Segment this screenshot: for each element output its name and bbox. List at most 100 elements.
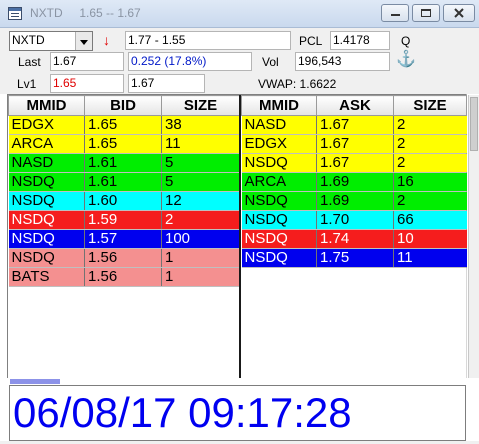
minimize-icon — [390, 14, 400, 16]
bids-cell-mmid: ARCA — [8, 134, 85, 154]
bids-cell-size: 5 — [161, 172, 240, 192]
day-range-field: 1.77 - 1.55 — [125, 31, 291, 50]
clock-text: 06/08/17 09:17:28 — [13, 389, 352, 436]
bids-cell-price: 1.61 — [84, 172, 162, 192]
bid-header-row: MMID BID SIZE — [8, 95, 240, 116]
maximize-button[interactable] — [412, 4, 440, 22]
title-bar[interactable]: NXTD 1.65 -- 1.67 — [0, 0, 479, 28]
bids-row[interactable]: BATS 1.56 1 — [8, 267, 240, 287]
asks-cell-price: 1.67 — [316, 134, 394, 154]
bids-cell-price: 1.65 — [84, 134, 162, 154]
bids-cell-mmid: NSDQ — [8, 248, 85, 268]
bids-row[interactable]: NSDQ 1.59 2 — [8, 210, 240, 230]
last-price-field: 1.67 — [50, 52, 124, 71]
asks-cell-mmid: ARCA — [241, 172, 317, 192]
progress-bar — [10, 379, 467, 384]
volume-field: 196,543 — [295, 52, 390, 71]
bid-column-header-mmid[interactable]: MMID — [8, 95, 85, 116]
bids-row[interactable]: NSDQ 1.57 100 — [8, 229, 240, 249]
bid-column-header-size[interactable]: SIZE — [161, 95, 240, 116]
close-icon — [454, 8, 464, 18]
maximize-icon — [421, 9, 431, 17]
bids-cell-price: 1.65 — [84, 115, 162, 135]
bids-row[interactable]: NSDQ 1.56 1 — [8, 248, 240, 268]
bids-row[interactable]: NSDQ 1.61 5 — [8, 172, 240, 192]
asks-cell-mmid: EDGX — [241, 134, 317, 154]
lv1-bid-field: 1.65 — [50, 74, 124, 93]
ask-header-row: MMID ASK SIZE — [241, 95, 467, 116]
scrollbar-thumb[interactable] — [470, 97, 478, 151]
pcl-label: PCL — [299, 34, 323, 48]
symbol-value: NXTD — [12, 33, 45, 47]
bids-cell-price: 1.60 — [84, 191, 162, 211]
ask-column-header-size[interactable]: SIZE — [393, 95, 467, 116]
window-title: NXTD 1.65 -- 1.67 — [30, 6, 141, 20]
ask-table: MMID ASK SIZE NASD 1.67 2 EDGX 1.67 2 NSDQ 1.67… — [241, 95, 467, 268]
bids-row[interactable]: ARCA 1.65 11 — [8, 134, 240, 154]
window-icon — [8, 7, 22, 20]
progress-fill — [10, 379, 61, 384]
minimize-button[interactable] — [381, 4, 409, 22]
asks-row[interactable]: NASD 1.67 2 — [241, 115, 467, 135]
pcl-field: 1.4178 — [330, 31, 390, 50]
bids-cell-size: 11 — [161, 134, 240, 154]
bids-cell-size: 100 — [161, 229, 240, 249]
ask-column-header-price[interactable]: ASK — [316, 95, 394, 116]
bids-cell-mmid: NASD — [8, 153, 85, 173]
bids-cell-price: 1.56 — [84, 267, 162, 287]
vwap-text: VWAP: 1.6622 — [258, 77, 337, 91]
title-symbol: NXTD — [30, 6, 63, 20]
anchor-icon[interactable]: ⚓ — [396, 50, 416, 70]
asks-cell-mmid: NSDQ — [241, 191, 317, 211]
scrollbar[interactable] — [468, 95, 479, 378]
clock-panel: 06/08/17 09:17:28 — [9, 385, 466, 441]
asks-row[interactable]: NSDQ 1.74 10 — [241, 229, 467, 249]
symbol-dropdown-button[interactable] — [75, 32, 92, 50]
asks-cell-price: 1.74 — [316, 229, 394, 249]
bids-cell-mmid: NSDQ — [8, 172, 85, 192]
asks-row[interactable]: NSDQ 1.75 11 — [241, 248, 467, 268]
bids-cell-size: 38 — [161, 115, 240, 135]
asks-cell-size: 2 — [393, 115, 467, 135]
bids-cell-size: 2 — [161, 210, 240, 230]
bids-cell-price: 1.59 — [84, 210, 162, 230]
bids-cell-price: 1.61 — [84, 153, 162, 173]
asks-cell-size: 10 — [393, 229, 467, 249]
bid-column-header-price[interactable]: BID — [84, 95, 162, 116]
bids-row[interactable]: EDGX 1.65 38 — [8, 115, 240, 135]
lv1-ask-field: 1.67 — [128, 74, 205, 93]
asks-row[interactable]: EDGX 1.67 2 — [241, 134, 467, 154]
bids-row[interactable]: NASD 1.61 5 — [8, 153, 240, 173]
asks-cell-price: 1.69 — [316, 191, 394, 211]
asks-cell-size: 11 — [393, 248, 467, 268]
asks-row[interactable]: ARCA 1.69 16 — [241, 172, 467, 192]
lv1-label: Lv1 — [17, 77, 37, 91]
asks-row[interactable]: NSDQ 1.67 2 — [241, 153, 467, 173]
bids-cell-price: 1.57 — [84, 229, 162, 249]
bids-cell-size: 12 — [161, 191, 240, 211]
asks-cell-mmid: NSDQ — [241, 229, 317, 249]
asks-cell-size: 16 — [393, 172, 467, 192]
bids-cell-mmid: NSDQ — [8, 229, 85, 249]
asks-cell-size: 2 — [393, 153, 467, 173]
bids-row[interactable]: NSDQ 1.60 12 — [8, 191, 240, 211]
title-range: 1.65 -- 1.67 — [79, 6, 141, 20]
bid-table: MMID BID SIZE EDGX 1.65 38 ARCA 1.65 11 NASD 1.… — [8, 95, 240, 287]
bids-cell-price: 1.56 — [84, 248, 162, 268]
close-button[interactable] — [443, 4, 475, 22]
asks-cell-size: 2 — [393, 134, 467, 154]
q-button[interactable]: Q — [401, 33, 410, 50]
asks-row[interactable]: NSDQ 1.69 2 — [241, 191, 467, 211]
bids-cell-mmid: EDGX — [8, 115, 85, 135]
asks-cell-price: 1.70 — [316, 210, 394, 230]
bids-cell-size: 1 — [161, 248, 240, 268]
asks-cell-price: 1.67 — [316, 115, 394, 135]
asks-cell-price: 1.75 — [316, 248, 394, 268]
ask-column-header-mmid[interactable]: MMID — [241, 95, 317, 116]
bids-cell-size: 5 — [161, 153, 240, 173]
change-field: 0.252 (17.8%) — [128, 52, 252, 71]
bids-cell-mmid: BATS — [8, 267, 85, 287]
bids-cell-mmid: NSDQ — [8, 191, 85, 211]
down-arrow-icon: ↓ — [103, 32, 110, 48]
asks-row[interactable]: NSDQ 1.70 66 — [241, 210, 467, 230]
